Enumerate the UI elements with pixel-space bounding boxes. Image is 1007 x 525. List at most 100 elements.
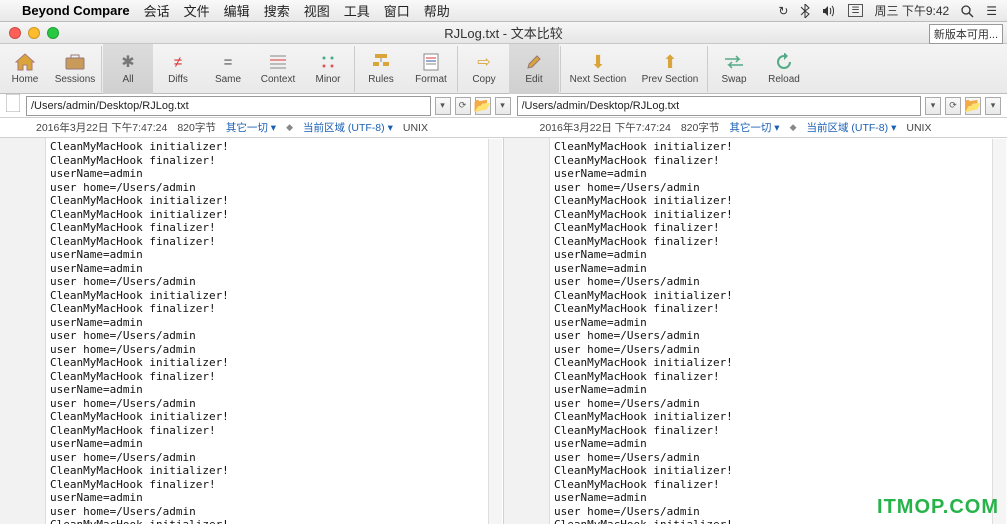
home-icon [15, 52, 35, 72]
next-section-button[interactable]: ⬇ Next Section [562, 44, 634, 94]
diffs-icon: ≠ [168, 52, 188, 72]
bluetooth-icon[interactable] [800, 3, 810, 18]
home-button[interactable]: Home [0, 44, 50, 94]
diamond-icon: ◆ [286, 122, 293, 133]
diamond-icon: ◆ [790, 122, 797, 133]
format-icon [421, 52, 441, 72]
right-scrollbar[interactable] [992, 139, 1006, 524]
left-path-dropdown[interactable]: ▾ [435, 97, 451, 115]
briefcase-icon [65, 52, 85, 72]
arrow-down-icon: ⬇ [588, 52, 608, 72]
diffs-button[interactable]: ≠ Diffs [153, 44, 203, 94]
prev-section-button[interactable]: ⬆ Prev Section [634, 44, 706, 94]
menu-session[interactable]: 会话 [144, 1, 170, 20]
menu-help[interactable]: 帮助 [424, 1, 450, 20]
same-label: Same [215, 74, 241, 85]
right-content[interactable]: CleanMyMacHook initializer! CleanMyMacHo… [554, 140, 1003, 524]
overview-thumb[interactable] [0, 94, 26, 117]
rules-icon [371, 52, 391, 72]
format-label: Format [415, 74, 447, 85]
window-titlebar: RJLog.txt - 文本比较 新版本可用... [0, 22, 1007, 44]
swap-icon [724, 52, 744, 72]
toolbar: Home Sessions ✱All ≠Diffs =Same Context … [0, 44, 1007, 94]
menu-search[interactable]: 搜索 [264, 1, 290, 20]
context-label: Context [261, 74, 295, 85]
separator [354, 46, 355, 92]
copy-button[interactable]: ⇨ Copy [459, 44, 509, 94]
reload-label: Reload [768, 74, 800, 85]
minor-button[interactable]: Minor [303, 44, 353, 94]
info-row: 2016年3月22日 下午7:47:24 820字节 其它一切 ▾ ◆ 当前区域… [0, 118, 1007, 138]
right-gutter [504, 138, 550, 524]
right-size: 820字节 [681, 120, 720, 135]
menu-file[interactable]: 文件 [184, 1, 210, 20]
spotlight-icon[interactable] [961, 3, 974, 17]
edit-button[interactable]: Edit [509, 44, 559, 94]
left-other-dropdown[interactable]: 其它一切 ▾ [226, 120, 276, 135]
menu-tools[interactable]: 工具 [344, 1, 370, 20]
clock-text[interactable]: 周三 下午9:42 [875, 2, 950, 19]
right-other-dropdown[interactable]: 其它一切 ▾ [729, 120, 779, 135]
right-path-dropdown[interactable]: ▾ [925, 97, 941, 115]
prev-section-label: Prev Section [642, 74, 699, 85]
edit-label: Edit [525, 74, 542, 85]
sessions-label: Sessions [55, 74, 96, 85]
all-icon: ✱ [118, 52, 138, 72]
right-pane[interactable]: CleanMyMacHook initializer! CleanMyMacHo… [504, 138, 1007, 524]
minor-label: Minor [315, 74, 340, 85]
separator [101, 46, 102, 92]
update-notice[interactable]: 新版本可用... [929, 24, 1003, 44]
notification-icon[interactable]: ☰ [986, 4, 997, 18]
left-timestamp: 2016年3月22日 下午7:47:24 [36, 120, 167, 135]
menu-window[interactable]: 窗口 [384, 1, 410, 20]
copy-icon: ⇨ [474, 52, 494, 72]
left-encoding-dropdown[interactable]: 当前区域 (UTF-8) ▾ [303, 120, 393, 135]
right-path-input[interactable] [517, 96, 922, 116]
copy-label: Copy [472, 74, 495, 85]
window-title: RJLog.txt - 文本比较 [0, 23, 1007, 42]
all-button[interactable]: ✱All [103, 44, 153, 94]
left-path-input[interactable] [26, 96, 431, 116]
separator [457, 46, 458, 92]
left-refresh-button[interactable]: ⟳ [455, 97, 471, 115]
reload-icon [774, 52, 794, 72]
left-scrollbar[interactable] [488, 139, 502, 524]
compare-panes: CleanMyMacHook initializer! CleanMyMacHo… [0, 138, 1007, 524]
app-name[interactable]: Beyond Compare [22, 3, 130, 18]
left-gutter [0, 138, 46, 524]
next-section-label: Next Section [570, 74, 627, 85]
right-open-folder-button[interactable]: 📂 [965, 97, 981, 115]
rules-button[interactable]: Rules [356, 44, 406, 94]
home-label: Home [12, 74, 39, 85]
left-pane[interactable]: CleanMyMacHook initializer! CleanMyMacHo… [0, 138, 504, 524]
sessions-button[interactable]: Sessions [50, 44, 100, 94]
context-icon [268, 52, 288, 72]
sync-icon[interactable]: ↻ [778, 4, 788, 18]
path-row: ▾ ⟳ 📂 ▾ ▾ ⟳ 📂 ▾ [0, 94, 1007, 118]
context-button[interactable]: Context [253, 44, 303, 94]
right-timestamp: 2016年3月22日 下午7:47:24 [540, 120, 671, 135]
right-lineend: UNIX [906, 122, 931, 134]
left-lineend: UNIX [403, 122, 428, 134]
volume-icon[interactable] [822, 4, 836, 18]
left-content[interactable]: CleanMyMacHook initializer! CleanMyMacHo… [50, 140, 499, 524]
separator [560, 46, 561, 92]
pencil-icon [524, 52, 544, 72]
input-method-icon[interactable]: ☰ [848, 4, 862, 17]
right-folder-dropdown[interactable]: ▾ [985, 97, 1001, 115]
format-button[interactable]: Format [406, 44, 456, 94]
menu-edit[interactable]: 编辑 [224, 1, 250, 20]
rules-label: Rules [368, 74, 394, 85]
watermark: ITMOP.COM [877, 496, 999, 519]
diffs-label: Diffs [168, 74, 188, 85]
minor-icon [318, 52, 338, 72]
right-refresh-button[interactable]: ⟳ [945, 97, 961, 115]
same-button[interactable]: =Same [203, 44, 253, 94]
left-open-folder-button[interactable]: 📂 [475, 97, 491, 115]
right-encoding-dropdown[interactable]: 当前区域 (UTF-8) ▾ [806, 120, 896, 135]
reload-button[interactable]: Reload [759, 44, 809, 94]
swap-button[interactable]: Swap [709, 44, 759, 94]
left-folder-dropdown[interactable]: ▾ [495, 97, 511, 115]
menu-view[interactable]: 视图 [304, 1, 330, 20]
arrow-up-icon: ⬆ [660, 52, 680, 72]
